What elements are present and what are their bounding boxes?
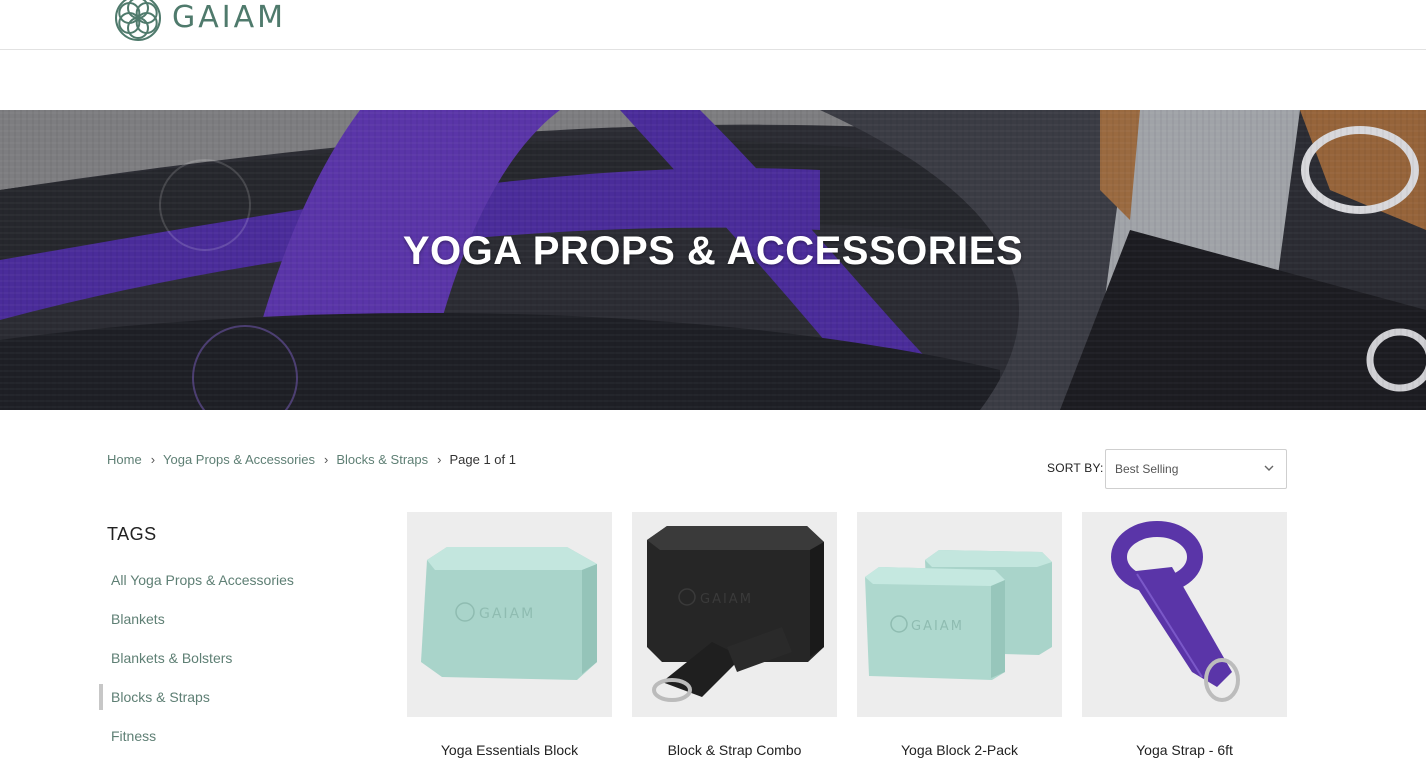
brand-wordmark: GAIAM: [172, 0, 287, 35]
yoga-strap-image: [1111, 521, 1240, 702]
product-name[interactable]: Yoga Block 2-Pack: [857, 742, 1062, 758]
product-card: GAIAM Block & Strap Combo: [632, 512, 837, 758]
gaiam-logo[interactable]: GAIAM: [114, 0, 286, 42]
page-title: YOGA PROPS & ACCESSORIES: [402, 228, 1024, 273]
yoga-block-2-pack-image: GAIAM: [865, 550, 1052, 680]
flower-of-life-icon: [115, 0, 161, 41]
product-image-block-strap-combo[interactable]: GAIAM: [632, 512, 837, 717]
tag-blankets-bolsters[interactable]: Blankets & Bolsters: [99, 645, 294, 684]
svg-text:GAIAM: GAIAM: [911, 619, 964, 634]
sort-by-select[interactable]: Best Selling: [1105, 449, 1287, 489]
product-image-yoga-strap-6ft[interactable]: [1082, 512, 1287, 717]
tag-list: All Yoga Props & Accessories Blankets Bl…: [99, 567, 294, 762]
tag-fitness[interactable]: Fitness: [99, 723, 294, 762]
chevron-right-icon: ›: [324, 452, 329, 467]
breadcrumb-blocks-straps-link[interactable]: Blocks & Straps: [336, 452, 428, 467]
breadcrumb-current-page: Page 1 of 1: [449, 452, 516, 467]
chevron-down-icon: [1264, 465, 1274, 471]
product-image-yoga-block-2-pack[interactable]: GAIAM: [857, 512, 1062, 717]
chevron-right-icon: ›: [150, 452, 156, 467]
chevron-right-icon: ›: [437, 452, 442, 467]
hero-banner: YOGA PROPS & ACCESSORIES: [0, 110, 1426, 410]
block-and-strap-image: GAIAM: [647, 526, 824, 702]
tags-heading: TAGS: [107, 524, 157, 544]
sort-selected-value: Best Selling: [1115, 462, 1179, 476]
product-name[interactable]: Yoga Essentials Block: [407, 742, 612, 758]
tag-all-yoga-props[interactable]: All Yoga Props & Accessories: [99, 567, 294, 606]
product-card: GAIAM Yoga Block 2-Pack: [857, 512, 1062, 758]
product-name[interactable]: Yoga Strap - 6ft: [1082, 742, 1287, 758]
sort-by-label: SORT BY:: [1047, 461, 1104, 475]
breadcrumb: Home › Yoga Props & Accessories › Blocks…: [107, 452, 516, 467]
breadcrumb-home-link[interactable]: Home: [107, 452, 142, 467]
product-name[interactable]: Block & Strap Combo: [632, 742, 837, 758]
yoga-block-image: GAIAM: [421, 547, 597, 680]
tag-blocks-straps[interactable]: Blocks & Straps: [99, 684, 294, 723]
product-card: GAIAM Yoga Essentials Block: [407, 512, 612, 758]
tag-blankets[interactable]: Blankets: [99, 606, 294, 645]
product-card: Yoga Strap - 6ft: [1082, 512, 1287, 758]
product-image-yoga-essentials-block[interactable]: GAIAM: [407, 512, 612, 717]
breadcrumb-yoga-props-link[interactable]: Yoga Props & Accessories: [163, 452, 315, 467]
svg-text:GAIAM: GAIAM: [479, 606, 535, 622]
svg-text:GAIAM: GAIAM: [700, 592, 753, 607]
site-header: GAIAM: [0, 0, 1426, 50]
